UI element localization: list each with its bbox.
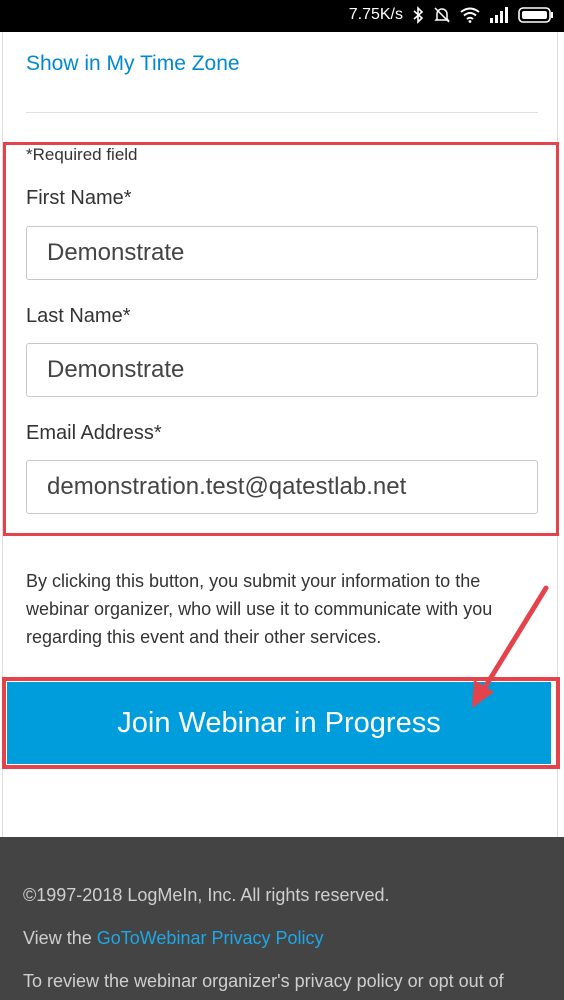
bluetooth-icon <box>412 6 424 24</box>
last-name-field[interactable] <box>26 343 538 397</box>
signal-icon <box>489 7 509 23</box>
organizer-privacy-text: To review the webinar organizer's privac… <box>23 971 504 991</box>
gotowebinar-privacy-policy-link[interactable]: GoToWebinar Privacy Policy <box>97 928 324 948</box>
network-speed: 7.75K/s <box>348 6 403 23</box>
required-field-note: *Required field <box>26 145 138 164</box>
mute-icon <box>433 6 451 24</box>
battery-icon <box>518 7 554 23</box>
email-field[interactable] <box>26 460 538 514</box>
last-name-label: Last Name* <box>26 305 131 327</box>
wifi-icon <box>460 7 480 23</box>
first-name-label: First Name* <box>26 187 132 209</box>
status-bar: 7.75K/s <box>0 0 564 32</box>
email-label: Email Address* <box>26 422 162 444</box>
copyright-text: ©1997-2018 LogMeIn, Inc. All rights rese… <box>23 885 390 905</box>
show-in-my-time-zone-link[interactable]: Show in My Time Zone <box>26 52 240 76</box>
privacy-prefix: View the <box>23 928 92 948</box>
divider <box>26 112 538 113</box>
status-icons: 7.75K/s <box>349 6 554 24</box>
annotation-arrow-icon <box>472 585 549 708</box>
first-name-field[interactable] <box>26 226 538 280</box>
privacy-line: View the GoToWebinar Privacy Policy <box>23 928 323 949</box>
footer: ©1997-2018 LogMeIn, Inc. All rights rese… <box>0 837 564 1000</box>
